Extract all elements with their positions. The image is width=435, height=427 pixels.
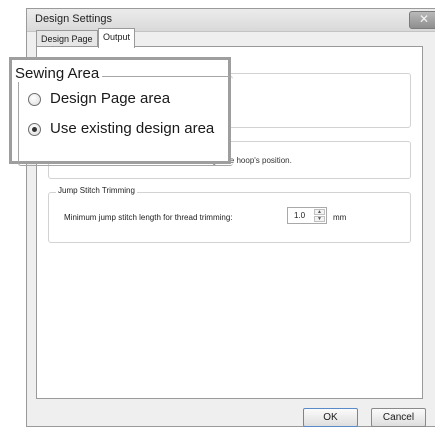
jump-stitch-title: Jump Stitch Trimming (56, 186, 137, 195)
title-bar: Design Settings ✕ (27, 9, 435, 32)
sewing-area-title: Sewing Area (15, 65, 103, 82)
radio-design-page-area-label[interactable]: Design Page area (50, 90, 170, 107)
tab-design-page[interactable]: Design Page (36, 30, 98, 47)
tab-output[interactable]: Output (98, 28, 136, 48)
close-button[interactable]: ✕ (409, 11, 435, 29)
cancel-button[interactable]: Cancel (371, 408, 426, 427)
jump-stitch-length-input[interactable]: 1.0 ▲ ▼ (287, 207, 327, 224)
close-icon: ✕ (419, 12, 430, 26)
spin-down-icon[interactable]: ▼ (314, 216, 325, 222)
jump-stitch-label: Minimum jump stitch length for thread tr… (64, 213, 233, 222)
radio-use-existing-design-area-label[interactable]: Use existing design area (50, 120, 214, 137)
ok-button[interactable]: OK (303, 408, 358, 427)
window-title: Design Settings (35, 13, 113, 25)
radio-checked-icon[interactable] (28, 123, 41, 136)
spin-up-icon[interactable]: ▲ (314, 209, 325, 215)
sewing-area-zoom-callout: Sewing Area Design Page area Use existin… (9, 57, 233, 166)
radio-unchecked-icon[interactable] (28, 93, 41, 106)
jump-stitch-value[interactable]: 1.0 (294, 211, 305, 220)
jump-stitch-unit: mm (333, 213, 347, 222)
jump-stitch-spinner[interactable]: ▲ ▼ (314, 209, 325, 222)
